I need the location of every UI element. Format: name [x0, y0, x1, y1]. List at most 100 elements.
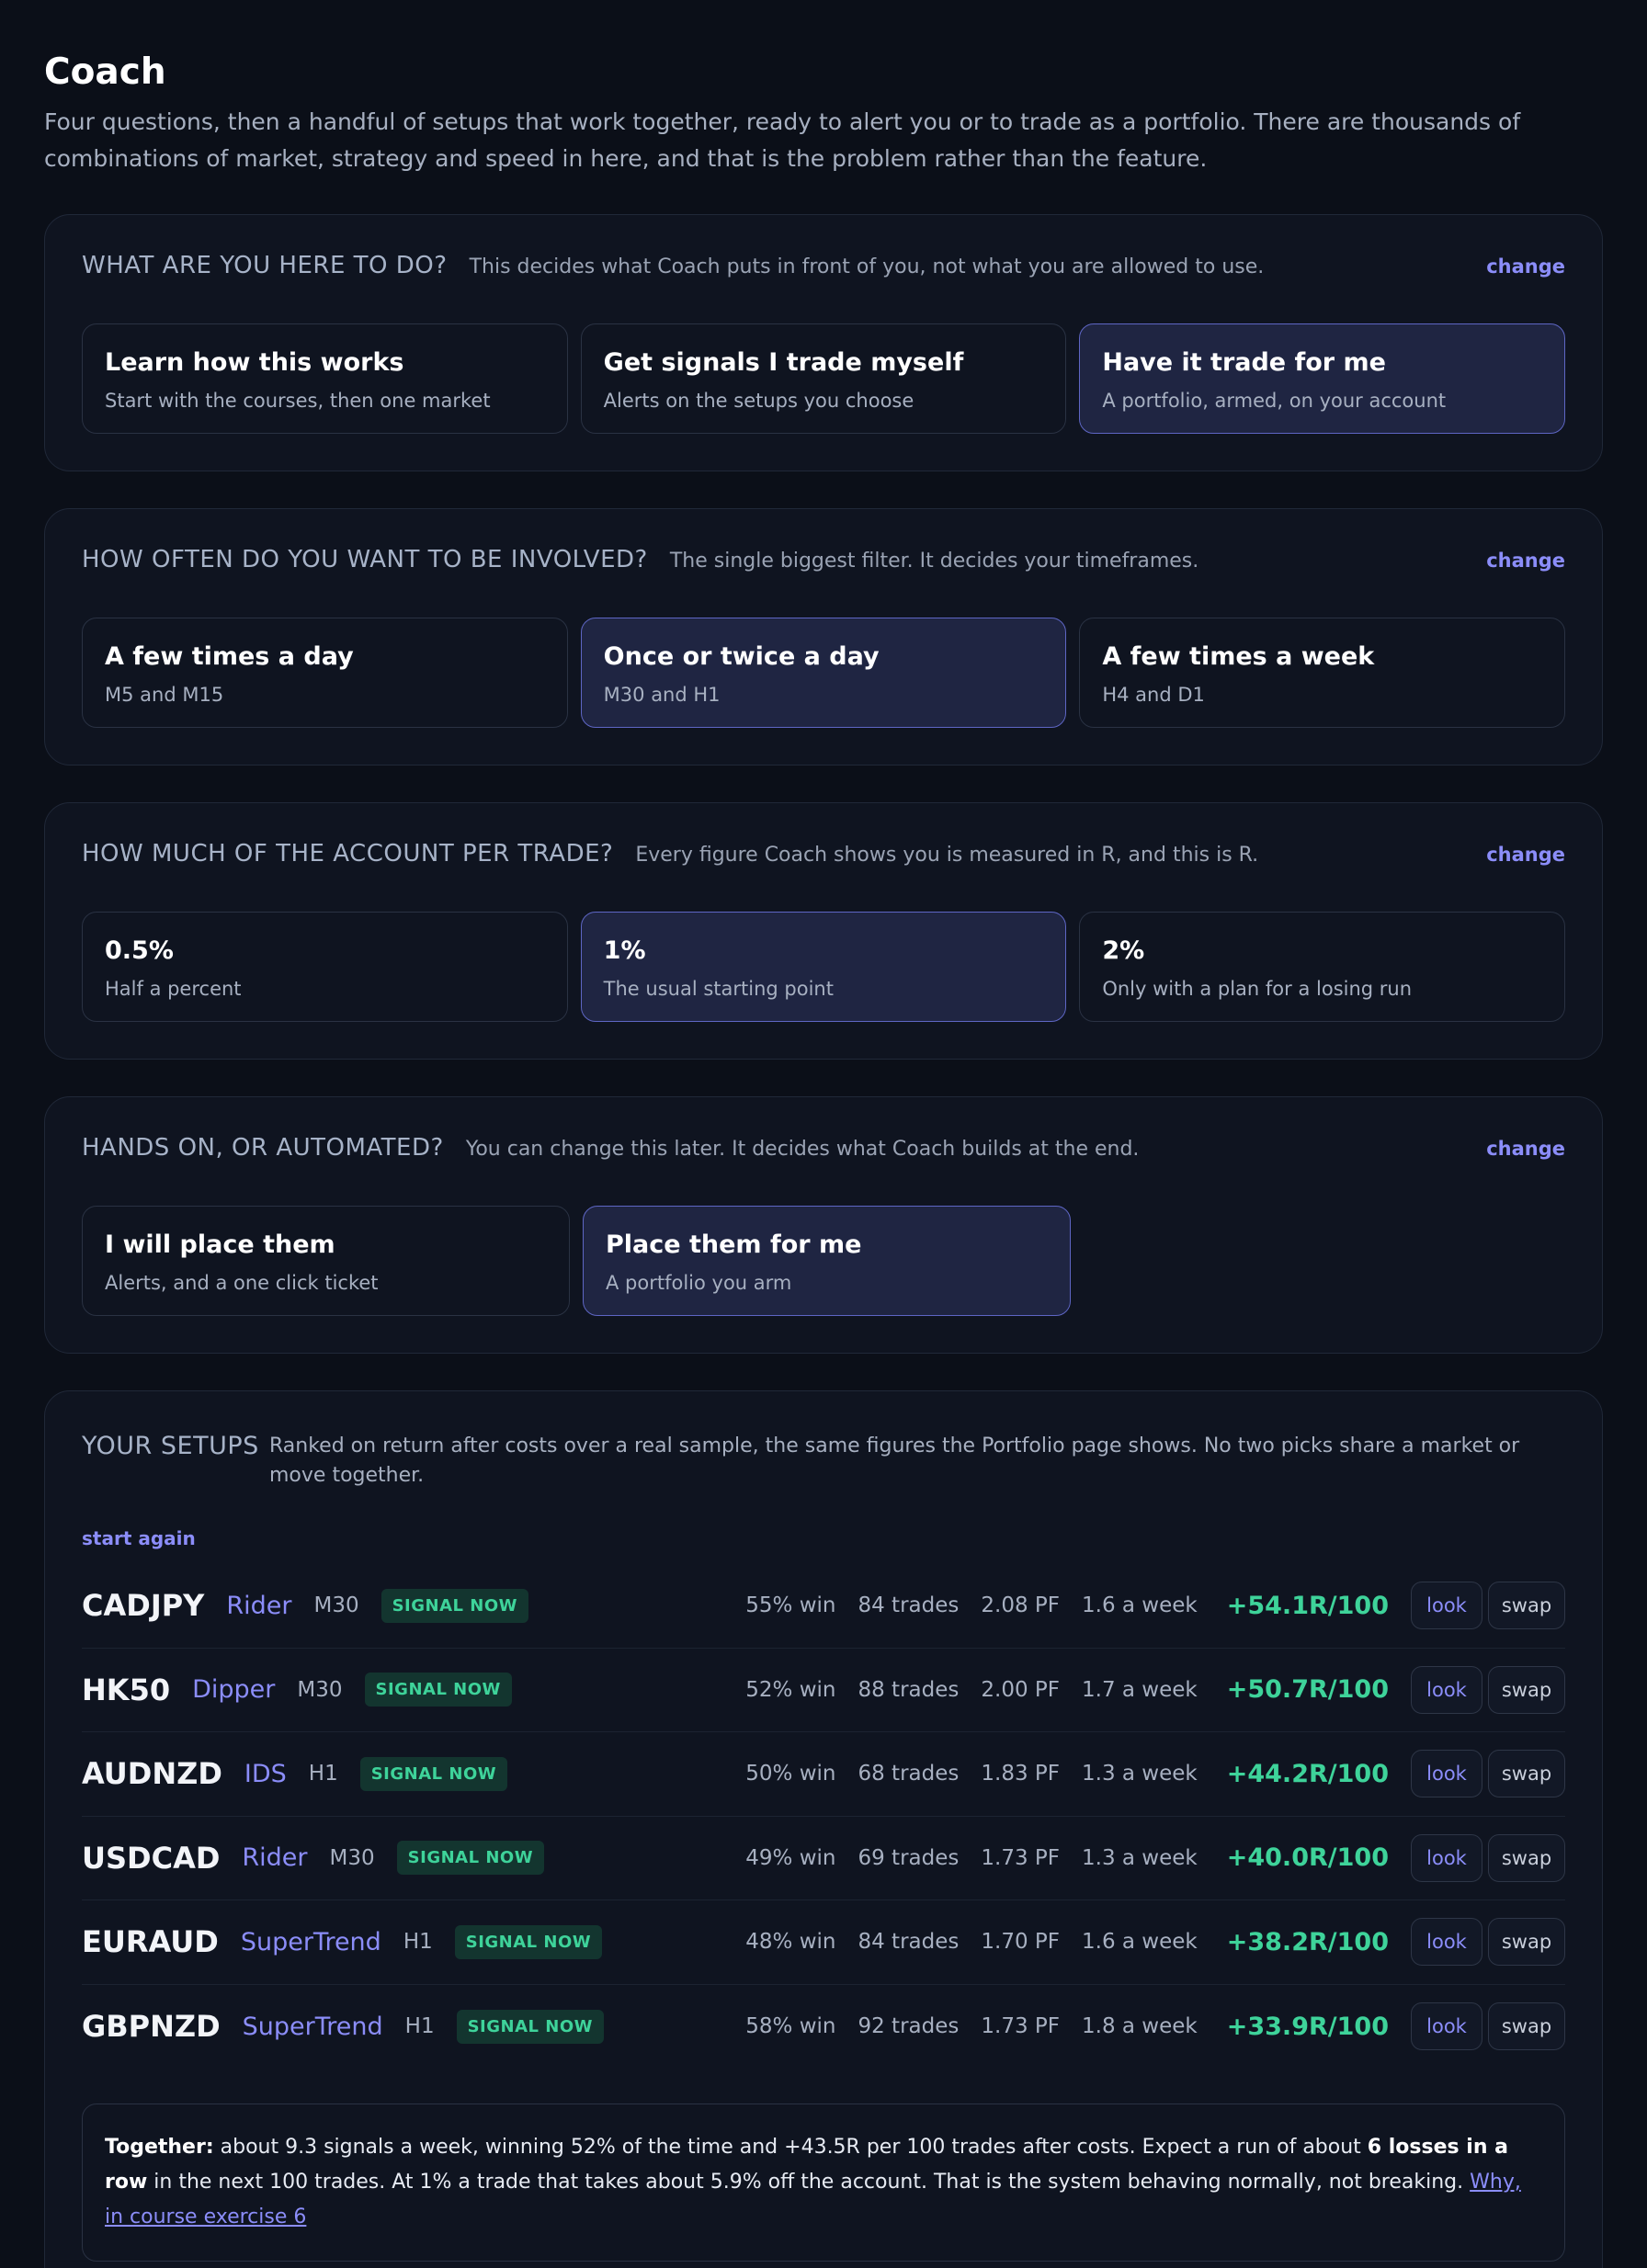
return-per-100: +44.2R/100 [1226, 1759, 1389, 1788]
signal-frequency: 1.8 a week [1082, 2014, 1198, 2039]
setup-stats: 48% win 84 trades 1.70 PF 1.6 a week +38.2R/… [723, 1918, 1565, 1967]
option-card[interactable]: Once or twice a day M30 and H1 [580, 618, 1067, 728]
option-title: Have it trade for me [1102, 348, 1386, 377]
setup-stats: 50% win 68 trades 1.83 PF 1.3 a week +44.2R/… [723, 1750, 1565, 1798]
question-hint: The single biggest filter. It decides yo… [669, 550, 1199, 573]
swap-button[interactable]: swap [1488, 1833, 1565, 1882]
setups-header: YOUR SETUPS Ranked on return after costs… [82, 1428, 1565, 1491]
swap-button[interactable]: swap [1488, 1918, 1565, 1967]
option-subtitle: Half a percent [105, 978, 242, 1000]
option-title: 2% [1102, 936, 1145, 965]
profit-factor: 2.00 PF [981, 1677, 1060, 1702]
change-link[interactable]: change [1486, 550, 1565, 572]
coach-page: Coach Four questions, then a handful of … [0, 0, 1647, 2268]
option-group: I will place them Alerts, and a one click… [82, 1206, 1565, 1316]
question-title: WHAT ARE YOU HERE TO DO? [82, 252, 448, 279]
question-card: HOW MUCH OF THE ACCOUNT PER TRADE? Every … [44, 802, 1603, 1060]
setup-timeframe: M30 [329, 1845, 375, 1870]
win-rate: 50% win [745, 1762, 836, 1786]
look-button[interactable]: look [1411, 1918, 1482, 1967]
profit-factor: 1.73 PF [981, 1845, 1060, 1870]
setup-row: HK50 Dipper M30 SIGNAL NOW 52% win 88 trades 2… [82, 1649, 1565, 1732]
question-title: HANDS ON, OR AUTOMATED? [82, 1134, 444, 1162]
option-card[interactable]: 0.5% Half a percent [82, 912, 568, 1022]
setup-strategy: Dipper [192, 1675, 276, 1705]
setup-symbol: EURAUD [82, 1924, 219, 1960]
question-title: HOW OFTEN DO YOU WANT TO BE INVOLVED? [82, 546, 648, 573]
option-subtitle: A portfolio, armed, on your account [1102, 390, 1447, 412]
option-card[interactable]: Learn how this works Start with the cours… [82, 323, 568, 434]
change-link[interactable]: change [1486, 844, 1565, 866]
look-button[interactable]: look [1411, 1582, 1482, 1630]
trade-count: 69 trades [858, 1845, 960, 1870]
question-card: HOW OFTEN DO YOU WANT TO BE INVOLVED? The… [44, 508, 1603, 765]
setups-label: YOUR SETUPS [82, 1432, 259, 1460]
option-title: Get signals I trade myself [603, 348, 964, 377]
option-card[interactable]: I will place them Alerts, and a one click… [82, 1206, 570, 1316]
option-card[interactable]: 2% Only with a plan for a losing run [1079, 912, 1566, 1022]
return-per-100: +33.9R/100 [1226, 2012, 1389, 2041]
option-subtitle: A portfolio you arm [606, 1272, 792, 1294]
swap-button[interactable]: swap [1488, 2002, 1565, 2051]
trade-count: 92 trades [858, 2014, 960, 2039]
start-again-link[interactable]: start again [82, 1527, 196, 1549]
trade-count: 88 trades [858, 1677, 960, 1702]
profit-factor: 2.08 PF [981, 1593, 1060, 1618]
win-rate: 52% win [745, 1677, 836, 1702]
swap-button[interactable]: swap [1488, 1750, 1565, 1798]
setups-card: YOUR SETUPS Ranked on return after costs… [44, 1390, 1603, 2268]
return-per-100: +54.1R/100 [1226, 1591, 1389, 1620]
option-title: Once or twice a day [603, 642, 880, 671]
option-card[interactable]: A few times a day M5 and M15 [82, 618, 568, 728]
question-title: HOW MUCH OF THE ACCOUNT PER TRADE? [82, 840, 614, 868]
question-hint: This decides what Coach puts in front of… [469, 255, 1265, 278]
question-hint: You can change this later. It decides wh… [465, 1138, 1140, 1161]
option-card[interactable]: A few times a week H4 and D1 [1079, 618, 1566, 728]
look-button[interactable]: look [1411, 1750, 1482, 1798]
look-button[interactable]: look [1411, 1833, 1482, 1882]
option-subtitle: H4 and D1 [1102, 684, 1205, 706]
option-subtitle: M30 and H1 [603, 684, 721, 706]
setup-timeframe: H1 [308, 1762, 338, 1786]
trade-count: 68 trades [858, 1762, 960, 1786]
question-card: HANDS ON, OR AUTOMATED? You can change th… [44, 1096, 1603, 1354]
win-rate: 58% win [745, 2014, 836, 2039]
setup-strategy: SuperTrend [242, 2012, 383, 2041]
option-group: Learn how this works Start with the cours… [82, 323, 1566, 434]
setup-symbol: CADJPY [82, 1588, 205, 1624]
setup-row: EURAUD SuperTrend H1 SIGNAL NOW 48% win 84 tr… [82, 1900, 1565, 1985]
signal-now-badge: SIGNAL NOW [396, 1841, 545, 1876]
change-link[interactable]: change [1486, 255, 1565, 278]
setup-timeframe: M30 [313, 1593, 359, 1618]
option-card[interactable]: Have it trade for me A portfolio, armed, … [1079, 323, 1566, 434]
option-card[interactable]: 1% The usual starting point [580, 912, 1067, 1022]
signal-frequency: 1.3 a week [1082, 1845, 1198, 1870]
win-rate: 48% win [745, 1930, 836, 1955]
option-card[interactable]: Get signals I trade myself Alerts on the … [580, 323, 1067, 434]
option-title: 1% [603, 936, 646, 965]
option-title: A few times a week [1102, 642, 1375, 671]
setup-strategy: IDS [244, 1759, 287, 1788]
setup-row: CADJPY Rider M30 SIGNAL NOW 55% win 84 trades… [82, 1564, 1565, 1649]
return-per-100: +50.7R/100 [1226, 1675, 1389, 1705]
setup-row: USDCAD Rider M30 SIGNAL NOW 49% win 69 trades… [82, 1817, 1565, 1900]
question-header: HANDS ON, OR AUTOMATED? You can change th… [82, 1134, 1565, 1162]
change-link[interactable]: change [1486, 1138, 1565, 1160]
setup-strategy: SuperTrend [240, 1927, 381, 1956]
option-subtitle: The usual starting point [603, 978, 834, 1000]
option-card[interactable]: Place them for me A portfolio you arm [583, 1206, 1071, 1316]
swap-button[interactable]: swap [1488, 1582, 1565, 1630]
summary-text-2: in the next 100 trades. At 1% a trade th… [147, 2171, 1471, 2194]
setup-stats: 55% win 84 trades 2.08 PF 1.6 a week +54.1R/… [723, 1582, 1565, 1630]
option-group: A few times a day M5 and M15 Once or twice… [82, 618, 1566, 728]
setup-strategy: Rider [226, 1591, 292, 1620]
setup-stats: 58% win 92 trades 1.73 PF 1.8 a week +33.9R/… [723, 2002, 1565, 2051]
look-button[interactable]: look [1411, 2002, 1482, 2051]
setup-timeframe: H1 [403, 1930, 433, 1955]
profit-factor: 1.83 PF [981, 1762, 1060, 1786]
option-title: 0.5% [105, 936, 174, 965]
swap-button[interactable]: swap [1488, 1665, 1565, 1714]
signal-now-badge: SIGNAL NOW [454, 1924, 603, 1959]
signal-now-badge: SIGNAL NOW [456, 2009, 604, 2044]
look-button[interactable]: look [1411, 1665, 1482, 1714]
